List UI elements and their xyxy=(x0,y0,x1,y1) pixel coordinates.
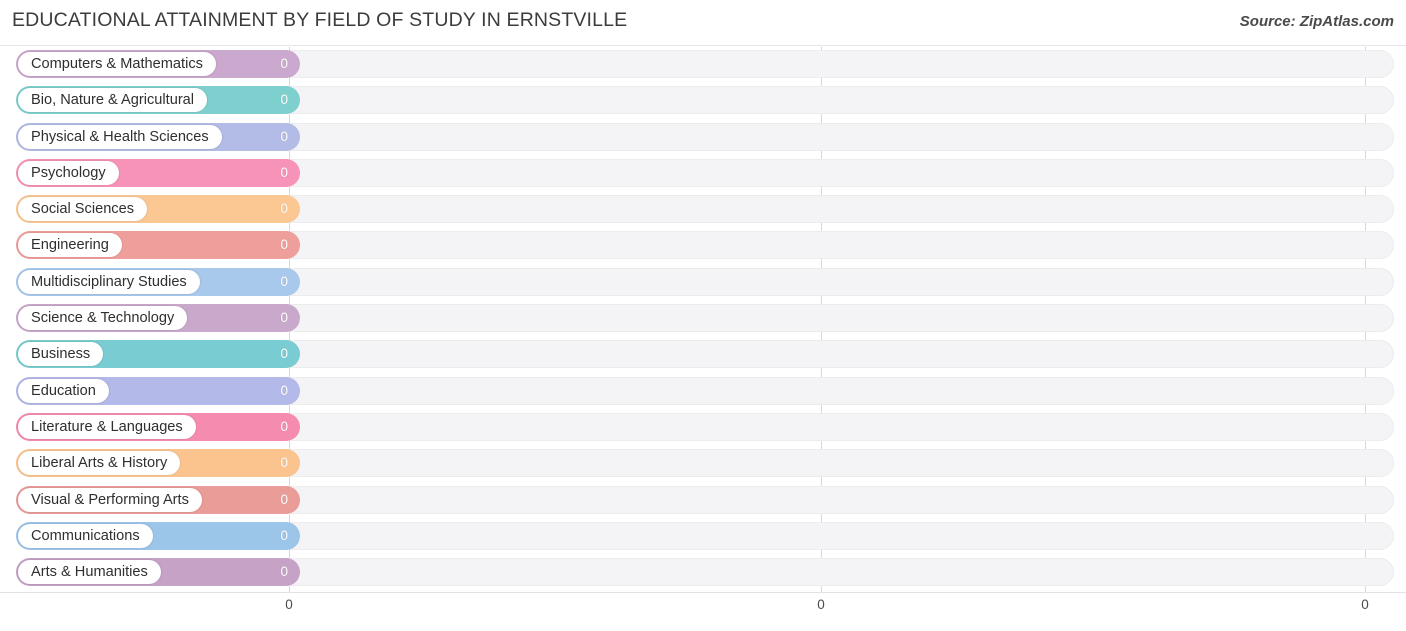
bar-category-label: Computers & Mathematics xyxy=(18,52,216,76)
bar-value-label: 0 xyxy=(280,491,288,507)
bar-value-label: 0 xyxy=(280,273,288,289)
bar-value-label: 0 xyxy=(280,418,288,434)
bar-value-label: 0 xyxy=(280,164,288,180)
bar-category-label: Literature & Languages xyxy=(18,414,196,439)
bar-value-label: 0 xyxy=(280,346,288,362)
x-tick-label: 0 xyxy=(285,597,293,612)
bar-category-label: Psychology xyxy=(18,160,119,185)
source-attribution: Source: ZipAtlas.com xyxy=(1239,13,1394,30)
axis-divider xyxy=(0,592,1406,593)
bar-row[interactable]: 0 Arts & Humanities xyxy=(0,555,1406,591)
bar-rows: 0 Computers & Mathematics 0 Bio, Nature & A… xyxy=(0,47,1406,591)
bar-row[interactable]: 0 Education xyxy=(0,374,1406,410)
bar-row[interactable]: 0 Communications xyxy=(0,519,1406,555)
bar-value-label: 0 xyxy=(280,527,288,543)
bar-category-label: Education xyxy=(18,378,109,403)
x-tick-label: 0 xyxy=(817,597,825,612)
page-title: EDUCATIONAL ATTAINMENT BY FIELD OF STUDY… xyxy=(12,9,628,31)
bar-category-label: Visual & Performing Arts xyxy=(18,487,202,512)
bar-category-label: Bio, Nature & Agricultural xyxy=(18,88,208,113)
bar-value-label: 0 xyxy=(280,382,288,398)
header-divider xyxy=(0,45,1406,46)
bar-row[interactable]: 0 Liberal Arts & History xyxy=(0,446,1406,482)
bar-row[interactable]: 0 Social Sciences xyxy=(0,192,1406,228)
bar-value-label: 0 xyxy=(280,56,288,71)
bar-row[interactable]: 0 Business xyxy=(0,337,1406,373)
bar-category-label: Science & Technology xyxy=(18,306,188,331)
bar-category-label: Physical & Health Sciences xyxy=(18,124,222,149)
bar-row[interactable]: 0 Visual & Performing Arts xyxy=(0,483,1406,519)
bar-category-label: Multidisciplinary Studies xyxy=(18,269,200,294)
bar-category-label: Liberal Arts & History xyxy=(18,451,181,476)
bar-value-label: 0 xyxy=(280,92,288,108)
bar-value-label: 0 xyxy=(280,201,288,217)
bar-row[interactable]: 0 Psychology xyxy=(0,156,1406,192)
bar-chart-plot: 0 Computers & Mathematics 0 Bio, Nature & A… xyxy=(0,47,1406,592)
bar-row[interactable]: 0 Science & Technology xyxy=(0,301,1406,337)
bar-value-label: 0 xyxy=(280,310,288,326)
bar-value-label: 0 xyxy=(280,455,288,471)
bar-value-label: 0 xyxy=(280,564,288,580)
bar-row[interactable]: 0 Computers & Mathematics xyxy=(0,47,1406,83)
bar-row[interactable]: 0 Multidisciplinary Studies xyxy=(0,265,1406,301)
chart-header: EDUCATIONAL ATTAINMENT BY FIELD OF STUDY… xyxy=(0,0,1406,46)
x-axis: 0 0 0 xyxy=(0,592,1406,631)
x-tick-label: 0 xyxy=(1361,597,1369,612)
bar-row[interactable]: 0 Physical & Health Sciences xyxy=(0,120,1406,156)
bar-row[interactable]: 0 Bio, Nature & Agricultural xyxy=(0,83,1406,119)
bar-row[interactable]: 0 Engineering xyxy=(0,228,1406,264)
bar-value-label: 0 xyxy=(280,237,288,253)
bar-category-label: Communications xyxy=(18,523,153,548)
bar-category-label: Engineering xyxy=(18,233,122,258)
bar-value-label: 0 xyxy=(280,128,288,144)
bar-row[interactable]: 0 Literature & Languages xyxy=(0,410,1406,446)
bar-category-label: Arts & Humanities xyxy=(18,560,161,585)
bar-category-label: Social Sciences xyxy=(18,197,148,222)
chart-page: EDUCATIONAL ATTAINMENT BY FIELD OF STUDY… xyxy=(0,0,1406,631)
bar-category-label: Business xyxy=(18,342,104,367)
